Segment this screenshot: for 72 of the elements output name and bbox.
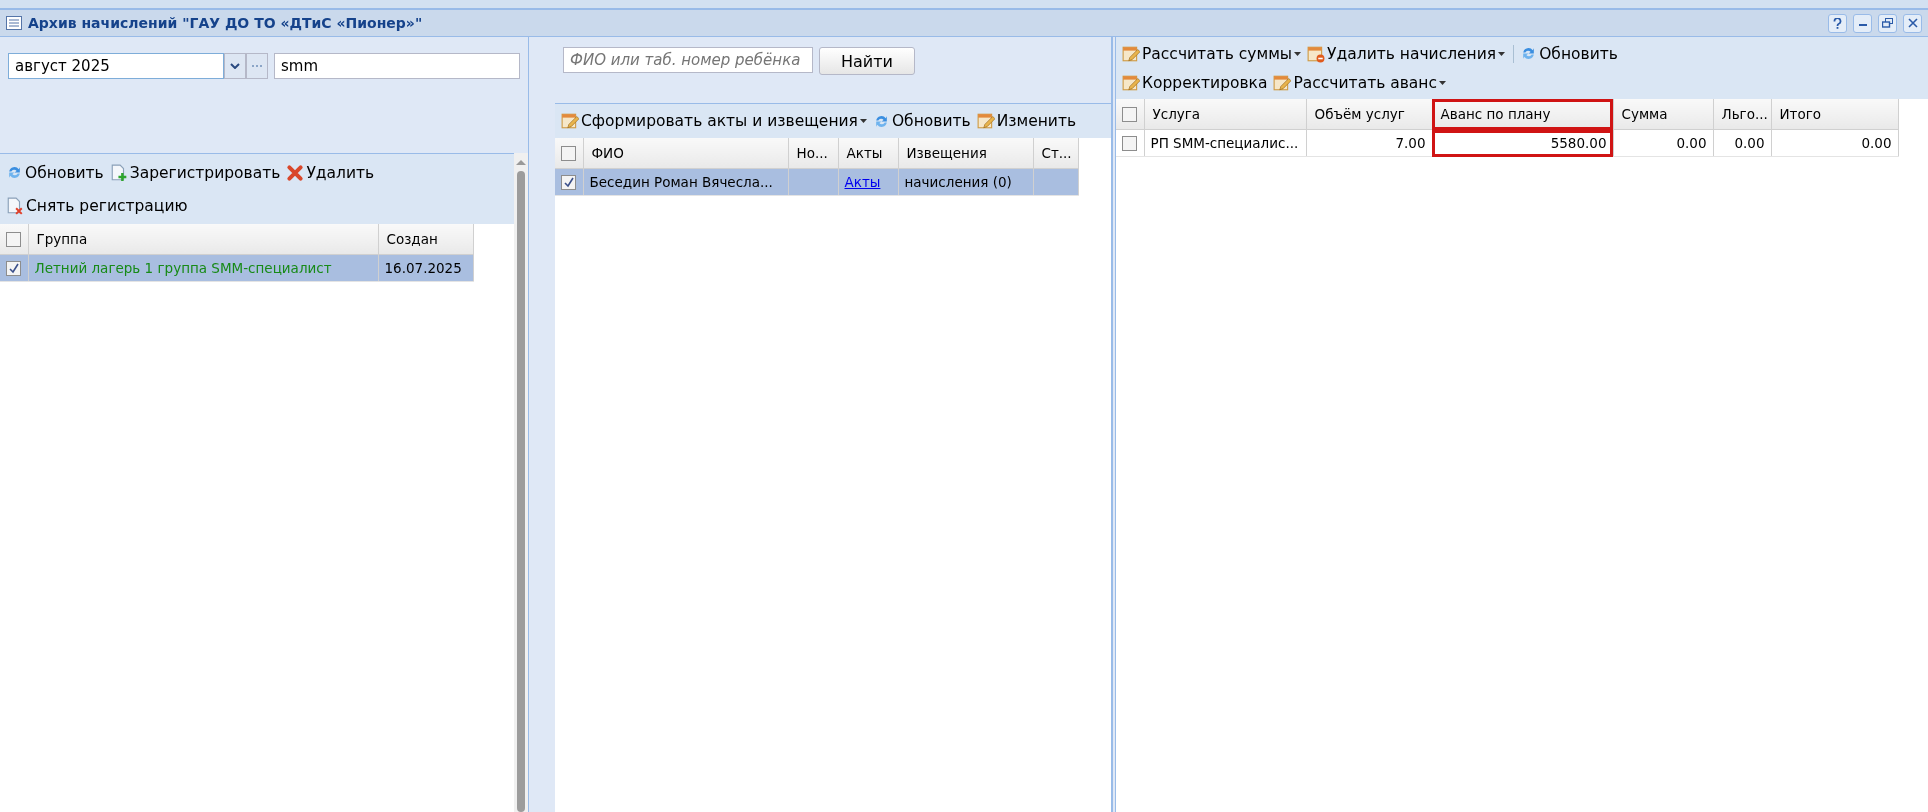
checkbox[interactable] [561, 174, 577, 190]
delete-icon [286, 163, 305, 182]
toolbar-button[interactable]: Зарегистрировать [107, 163, 285, 182]
toolbar-button[interactable]: Рассчитать суммы [1120, 44, 1306, 63]
caret-icon [859, 119, 867, 123]
toolbar-button[interactable]: Обновить [870, 112, 975, 130]
table-cell: Беседин Роман Вячесла... [583, 168, 788, 196]
toolbar-button[interactable]: Сформировать акты и извещения [559, 112, 871, 130]
toolbar-button[interactable]: Рассчитать аванс [1271, 73, 1450, 92]
toolbar-button[interactable]: Обновить [4, 163, 108, 182]
remove-icon [1307, 44, 1326, 63]
table-cell: 16.07.2025 [378, 254, 473, 282]
caret-icon [1498, 51, 1506, 56]
close-button[interactable] [1903, 13, 1922, 33]
add-document-icon [109, 163, 128, 182]
scroll-up-icon [516, 159, 526, 165]
toolbar-button[interactable]: Удалить [284, 163, 379, 182]
column-header[interactable]: Льго... [1713, 99, 1771, 130]
column-header[interactable]: Итого [1771, 99, 1898, 130]
help-icon [1833, 17, 1842, 29]
column-header[interactable]: Создан [378, 224, 473, 255]
checkbox[interactable] [1122, 106, 1138, 122]
table-cell: Летний лагерь 1 группа SMM-специалист [28, 254, 378, 282]
remove-document-icon [6, 196, 24, 215]
column-header[interactable]: Извещения [898, 138, 1033, 169]
toolbar-button[interactable]: Корректировка [1120, 73, 1272, 92]
caret-icon [1439, 80, 1446, 85]
toolbar-button[interactable]: Обновить [1518, 44, 1622, 63]
period-combo[interactable]: август 2025 [8, 53, 224, 79]
checkbox[interactable] [6, 231, 22, 247]
column-header[interactable]: Но... [788, 138, 838, 169]
table-cell: 0.00 [1771, 129, 1898, 157]
edit-icon [1122, 73, 1140, 92]
minimize-button[interactable] [1853, 13, 1872, 33]
toolbar-button[interactable]: Изменить [974, 112, 1081, 130]
column-header[interactable]: Объём услуг [1306, 99, 1432, 130]
window-title: Архив начислений "ГАУ ДО ТО «ДТиС «Пионер»" [28, 15, 424, 31]
list-icon [6, 16, 22, 30]
edit-icon [561, 112, 579, 130]
filter-field[interactable]: smm [274, 53, 520, 79]
edit-icon [976, 112, 995, 130]
chevron-icon [230, 63, 240, 69]
help-button[interactable] [1828, 13, 1847, 33]
caret-icon [1294, 51, 1302, 56]
search-field[interactable]: ФИО или таб. номер ребёнка [563, 47, 813, 73]
ellipsis-icon [251, 64, 263, 68]
table-cell: 5580.00 [1432, 129, 1613, 157]
restore-button[interactable] [1878, 13, 1897, 33]
column-header[interactable]: Аванс по плану [1432, 99, 1613, 130]
refresh-icon [6, 164, 23, 181]
table-cell: начисления (0) [898, 168, 1033, 196]
edit-icon [1122, 44, 1140, 63]
column-header[interactable]: Ст... [1033, 138, 1078, 169]
column-header[interactable]: Услуга [1144, 99, 1306, 130]
checkbox[interactable] [561, 145, 577, 161]
table-cell: 7.00 [1306, 129, 1432, 157]
restore-icon [1882, 18, 1893, 28]
column-header[interactable]: Акты [838, 138, 898, 169]
column-header[interactable]: Группа [28, 224, 378, 255]
checkbox[interactable] [1122, 135, 1138, 151]
search-button[interactable]: Найти [819, 47, 915, 75]
edit-icon [1273, 73, 1292, 92]
toolbar-button[interactable]: Удалить начисления [1305, 44, 1510, 63]
column-header[interactable]: ФИО [583, 138, 788, 169]
toolbar-button[interactable]: Снять регистрацию [4, 196, 192, 215]
dropdown-button[interactable] [224, 53, 246, 79]
table-cell: РП SMM-специалис... [1144, 129, 1306, 157]
scrollbar[interactable] [514, 153, 528, 812]
checkbox[interactable] [6, 260, 22, 276]
table-cell: 0.00 [1613, 129, 1713, 157]
close-icon [1907, 18, 1918, 28]
column-header[interactable]: Сумма [1613, 99, 1713, 130]
